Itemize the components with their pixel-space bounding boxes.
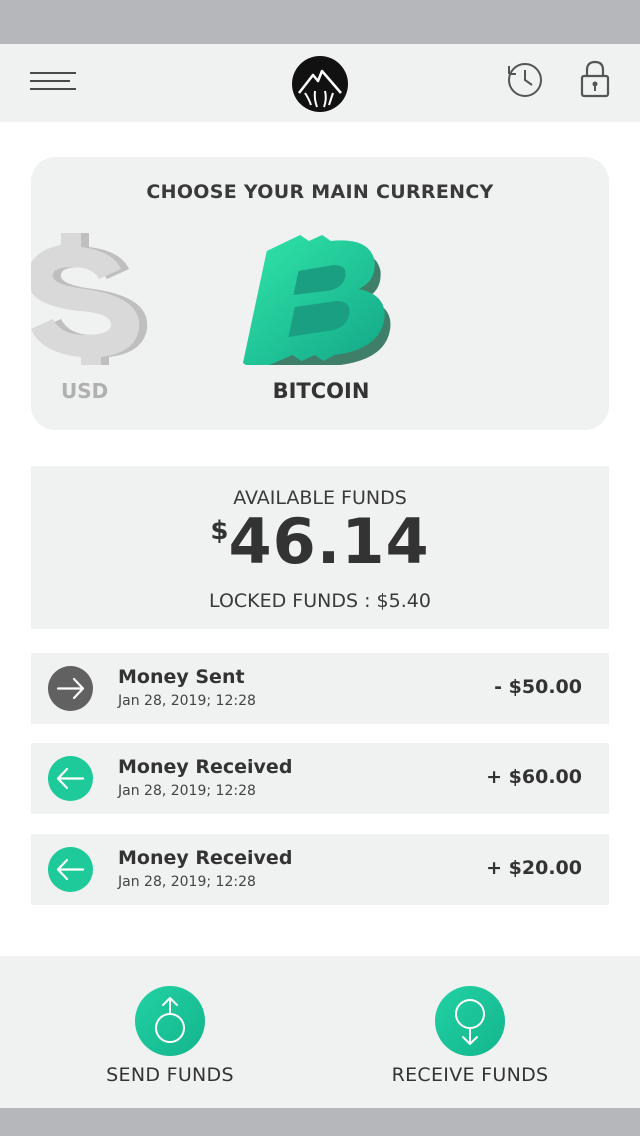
history-clock-icon[interactable]: [504, 60, 544, 100]
transaction-amount: + $20.00: [486, 857, 582, 879]
hamburger-menu-icon[interactable]: [30, 72, 76, 96]
available-funds-amount: 46.14: [228, 505, 430, 578]
action-bar: SEND FUNDS RECEIVE FUNDS: [0, 956, 640, 1108]
mountain-logo-icon[interactable]: [291, 55, 349, 113]
transaction-row[interactable]: Money Sent Jan 28, 2019; 12:28 - $50.00: [31, 653, 609, 724]
transaction-title: Money Received: [118, 756, 293, 778]
dollar-sign-icon[interactable]: [31, 225, 171, 365]
send-funds-label: SEND FUNDS: [106, 1064, 234, 1086]
transaction-title: Money Sent: [118, 666, 245, 688]
transaction-date: Jan 28, 2019; 12:28: [118, 783, 256, 799]
transaction-title: Money Received: [118, 847, 293, 869]
currency-title: CHOOSE YOUR MAIN CURRENCY: [146, 181, 494, 203]
funds-amount-row: $46.14: [31, 506, 609, 578]
transaction-row[interactable]: Money Received Jan 28, 2019; 12:28 + $60…: [31, 743, 609, 814]
locked-funds-text: LOCKED FUNDS : $5.40: [209, 590, 431, 612]
arrow-left-icon: [48, 756, 93, 801]
app-header: [0, 44, 640, 122]
status-bar: [0, 0, 640, 44]
transaction-date: Jan 28, 2019; 12:28: [118, 874, 256, 890]
funds-card: AVAILABLE FUNDS $46.14 LOCKED FUNDS : $5…: [31, 466, 609, 629]
receive-down-arrow-icon: [435, 986, 505, 1056]
transaction-amount: - $50.00: [494, 676, 582, 698]
currency-symbol: $: [210, 516, 229, 546]
bitcoin-icon[interactable]: [221, 225, 421, 365]
currency-option-bitcoin[interactable]: BITCOIN: [241, 379, 401, 403]
receive-funds-button[interactable]: RECEIVE FUNDS: [380, 986, 560, 1096]
receive-funds-label: RECEIVE FUNDS: [391, 1064, 549, 1086]
bottom-strip: [0, 1108, 640, 1136]
send-up-arrow-icon: [135, 986, 205, 1056]
currency-selector-card: CHOOSE YOUR MAIN CURRENCY USD BITCOIN: [31, 157, 609, 430]
arrow-left-icon: [48, 847, 93, 892]
transaction-date: Jan 28, 2019; 12:28: [118, 693, 256, 709]
transaction-amount: + $60.00: [486, 766, 582, 788]
currency-option-usd[interactable]: USD: [61, 379, 109, 403]
padlock-icon[interactable]: [580, 60, 610, 98]
arrow-right-icon: [48, 666, 93, 711]
send-funds-button[interactable]: SEND FUNDS: [80, 986, 260, 1096]
transaction-row[interactable]: Money Received Jan 28, 2019; 12:28 + $20…: [31, 834, 609, 905]
